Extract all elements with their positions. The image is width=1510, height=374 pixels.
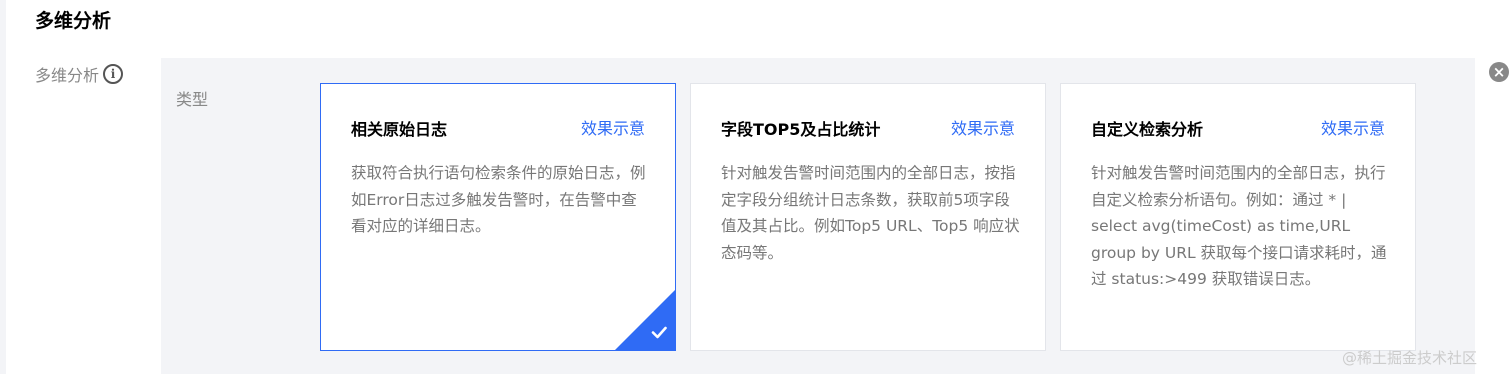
field-label-text: 多维分析 xyxy=(35,66,100,85)
card-description: 针对触发告警时间范围内的全部日志，执行自定义检索分析语句。例如：通过 * | s… xyxy=(1091,164,1387,288)
selected-corner xyxy=(615,290,675,350)
card-top5-stats[interactable]: 字段TOP5及占比统计 效果示意 针对触发告警时间范围内的全部日志，按指定字段分… xyxy=(690,83,1046,351)
effect-preview-link[interactable]: 效果示意 xyxy=(581,115,645,139)
check-icon xyxy=(651,326,667,339)
field-label: 多维分析 i xyxy=(35,62,124,86)
card-description: 获取符合执行语句检索条件的原始日志，例如Error日志过多触发告警时，在告警中查… xyxy=(351,164,646,235)
effect-preview-link[interactable]: 效果示意 xyxy=(951,115,1015,139)
card-title: 相关原始日志 xyxy=(351,120,448,139)
left-edge-bar xyxy=(0,0,6,374)
card-custom-analysis[interactable]: 自定义检索分析 效果示意 针对触发告警时间范围内的全部日志，执行自定义检索分析语… xyxy=(1060,83,1416,351)
close-icon[interactable]: × xyxy=(1489,62,1509,82)
section-title: 多维分析 xyxy=(35,10,112,32)
effect-preview-link[interactable]: 效果示意 xyxy=(1321,115,1385,139)
card-raw-logs[interactable]: 相关原始日志 效果示意 获取符合执行语句检索条件的原始日志，例如Error日志过… xyxy=(320,83,676,351)
type-label: 类型 xyxy=(176,90,209,109)
card-description: 针对触发告警时间范围内的全部日志，按指定字段分组统计日志条数，获取前5项字段值及… xyxy=(721,164,1020,262)
watermark: @稀土掘金技术社区 xyxy=(1342,349,1478,367)
card-title: 自定义检索分析 xyxy=(1091,120,1204,139)
card-title: 字段TOP5及占比统计 xyxy=(721,120,881,139)
info-icon[interactable]: i xyxy=(103,64,124,84)
